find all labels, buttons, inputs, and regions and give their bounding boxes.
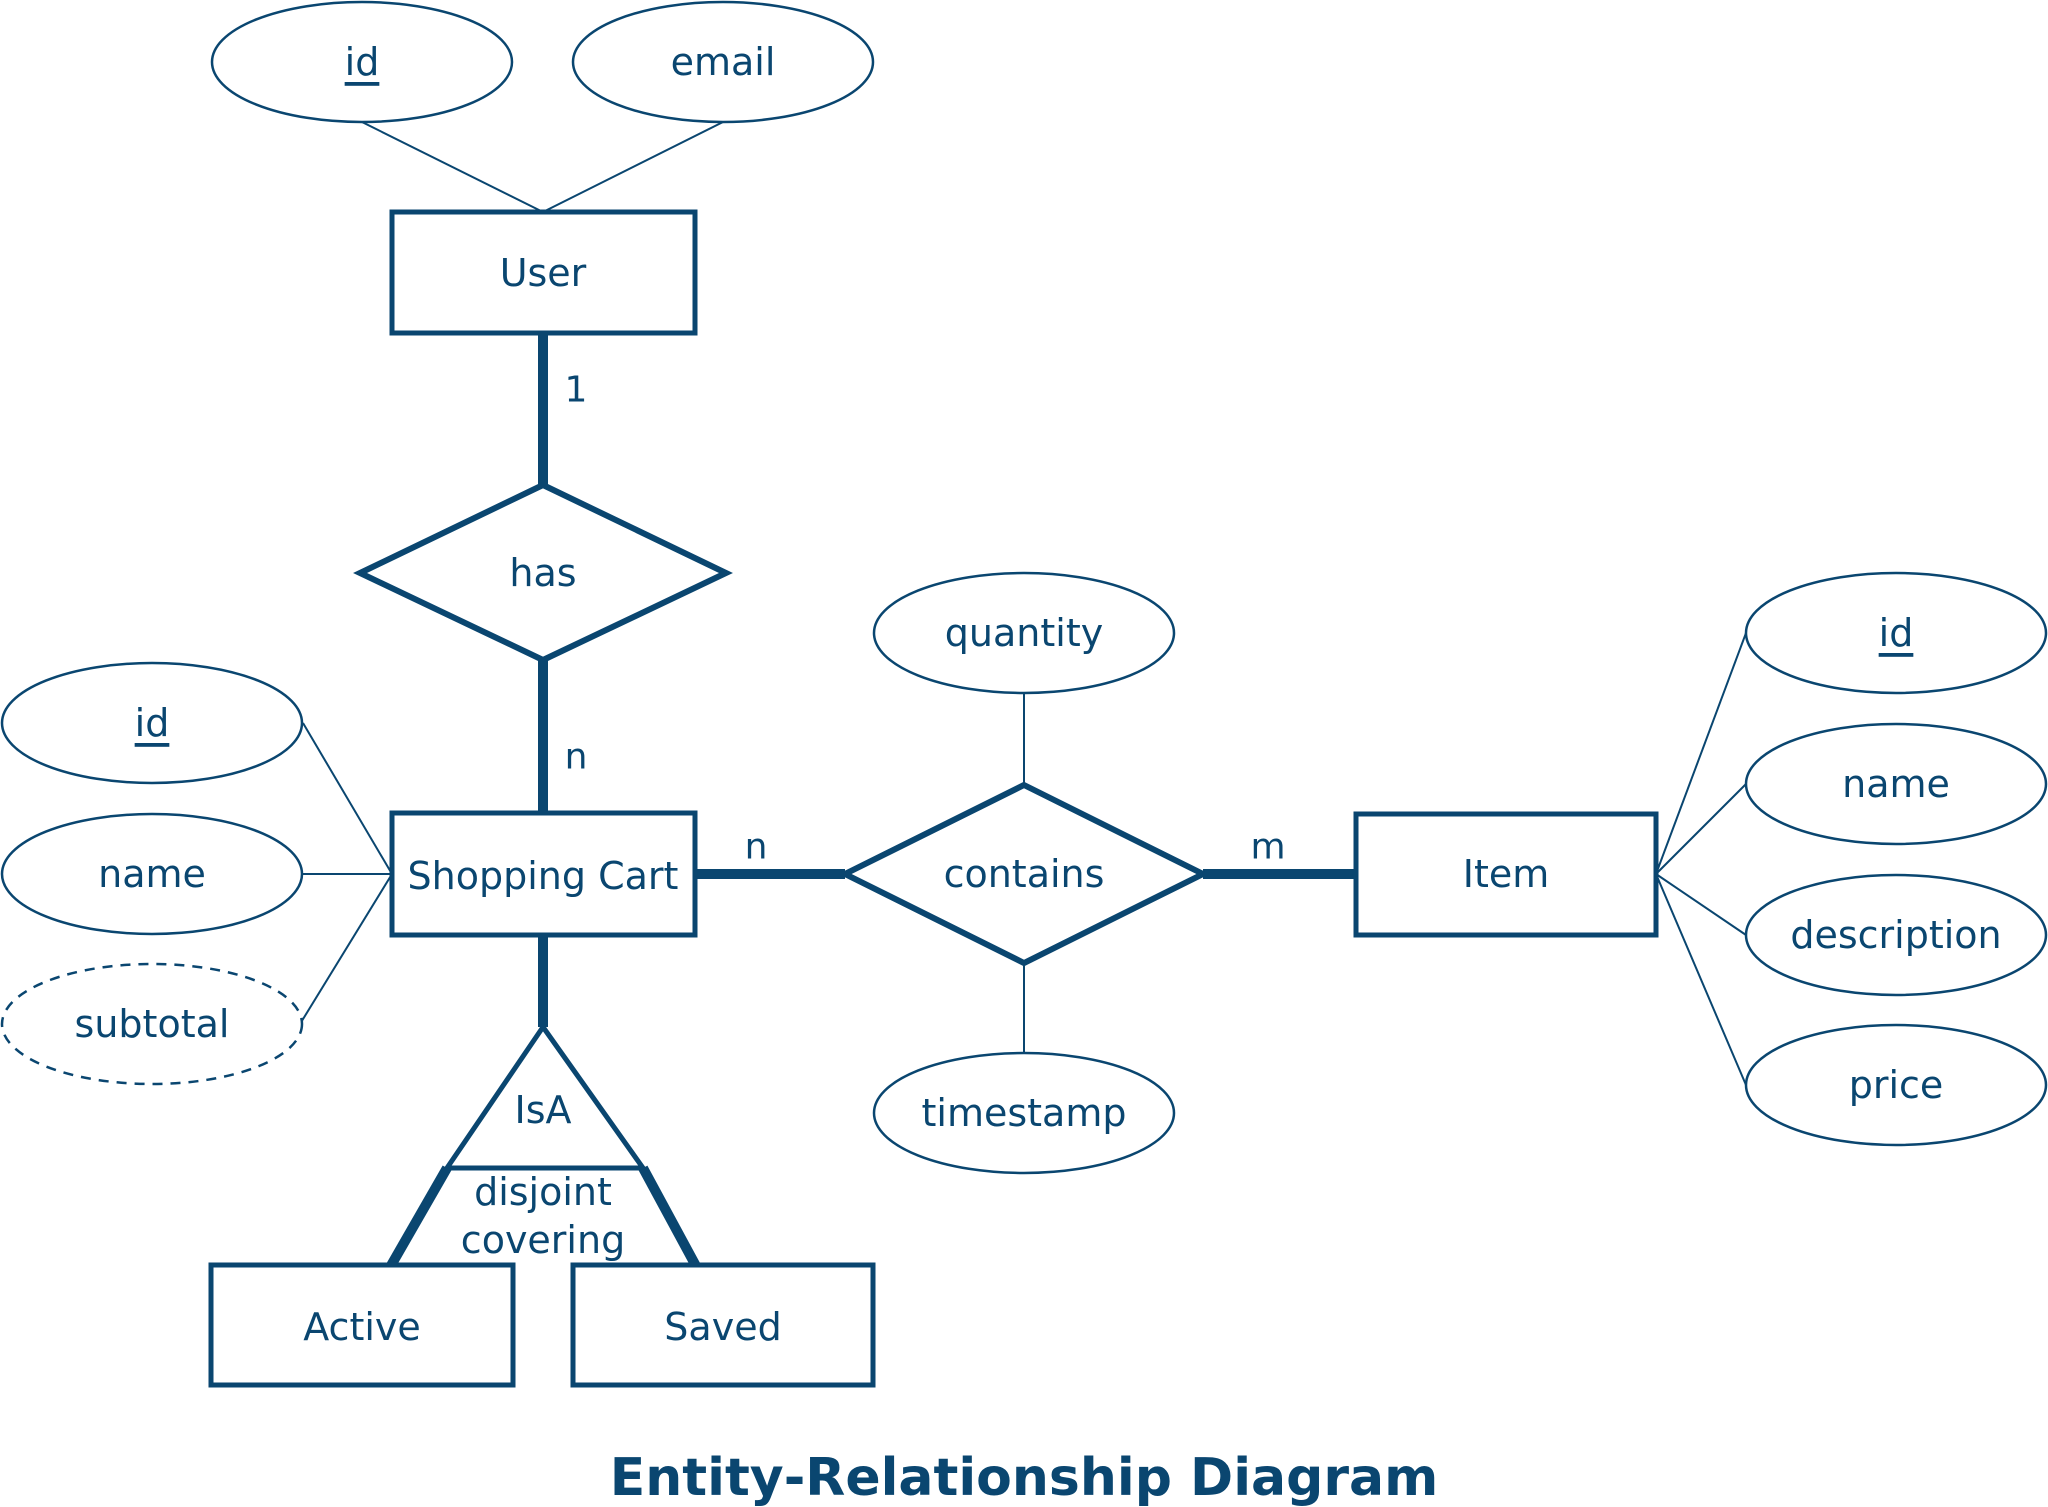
isa-constraint-covering: covering [461, 1218, 625, 1262]
connector-item-id [1655, 632, 1747, 875]
attr-item-name-label: name [1842, 762, 1950, 806]
entity-shopping-cart-label: Shopping Cart [408, 854, 679, 898]
cardinality-has-cart: n [565, 737, 588, 778]
connector-cart-subtotal [299, 873, 393, 1025]
entity-saved-label: Saved [664, 1305, 781, 1349]
attr-item-id-label: id [1879, 611, 1914, 655]
entity-active-label: Active [303, 1305, 421, 1349]
connector-item-name [1655, 783, 1747, 875]
cardinality-cart-contains: n [745, 827, 768, 868]
connector-cart-id [302, 722, 393, 875]
attr-cart-subtotal-label: subtotal [75, 1002, 230, 1046]
connector-user-email [542, 121, 724, 213]
diagram-title: Entity-Relationship Diagram [610, 1448, 1439, 1507]
attr-contains-timestamp-label: timestamp [922, 1091, 1127, 1135]
attr-contains-quantity-label: quantity [945, 611, 1103, 655]
connector-user-id [361, 121, 544, 213]
attr-cart-id-label: id [135, 701, 170, 745]
attr-item-description-label: description [1790, 913, 2001, 957]
entity-item-label: Item [1463, 852, 1550, 896]
relationship-has-label: has [509, 551, 576, 595]
isa-label: IsA [515, 1088, 572, 1132]
attr-user-id-label: id [345, 40, 380, 84]
cardinality-user-has: 1 [565, 370, 588, 411]
attr-user-email-label: email [671, 40, 776, 84]
attr-cart-name-label: name [98, 852, 206, 896]
er-diagram: id email User has Shopping Cart id name … [0, 0, 2048, 1507]
entity-user-label: User [500, 251, 587, 295]
isa-constraint-disjoint: disjoint [474, 1170, 612, 1214]
attr-item-price-label: price [1849, 1063, 1944, 1107]
relationship-contains-label: contains [944, 852, 1105, 896]
cardinality-contains-item: m [1250, 827, 1285, 868]
